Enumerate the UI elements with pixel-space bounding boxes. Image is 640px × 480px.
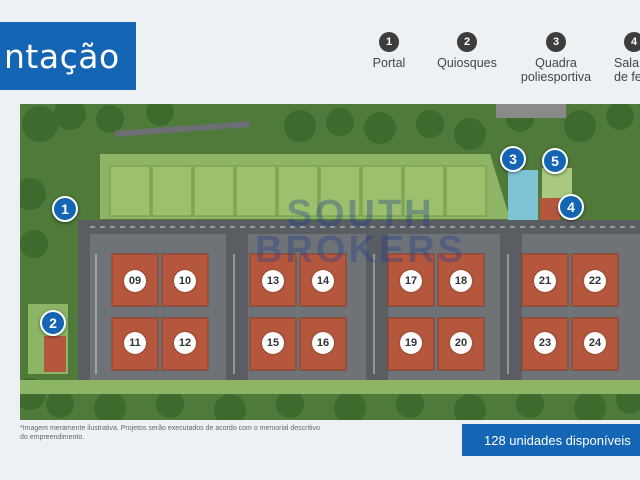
legend-label: Quiosques — [437, 56, 497, 70]
block-label: 24 — [584, 332, 606, 354]
legend-label: Quadra poliesportiva — [520, 56, 592, 84]
map-pin-portal[interactable]: 1 — [52, 196, 78, 222]
block-label: 10 — [174, 270, 196, 292]
block-label: 16 — [312, 332, 334, 354]
legend-number: 4 — [624, 32, 640, 52]
page-title-banner: ntação — [0, 22, 136, 90]
map-pin-quiosques[interactable]: 2 — [40, 310, 66, 336]
legend-item-sala: 4 Sala de fe — [614, 32, 640, 84]
legend-number: 2 — [457, 32, 477, 52]
block-label: 20 — [450, 332, 472, 354]
page-title: ntação — [4, 36, 120, 76]
legend-number: 3 — [546, 32, 566, 52]
map-pin-quadra[interactable]: 3 — [500, 146, 526, 172]
block-label: 13 — [262, 270, 284, 292]
block-label: 12 — [174, 332, 196, 354]
watermark-line-2: BROKERS — [255, 229, 467, 271]
watermark: SOUTH BROKERS — [255, 193, 467, 271]
map-pin-sala[interactable]: 4 — [558, 194, 584, 220]
map-pin-5[interactable]: 5 — [542, 148, 568, 174]
block-label: 11 — [124, 332, 146, 354]
legend-number: 1 — [379, 32, 399, 52]
disclaimer-note: *Imagem meramente ilustrativa. Projetos … — [20, 425, 320, 441]
legend-label: Portal — [372, 56, 406, 70]
legend-item-portal: 1 Portal — [370, 32, 408, 70]
site-plan-map: SOUTH BROKERS 09 10 13 14 17 18 21 22 11… — [20, 104, 640, 420]
block-label: 22 — [584, 270, 606, 292]
legend-item-quadra: 3 Quadra poliesportiva — [514, 32, 598, 84]
legend-label: Sala de fe — [614, 56, 640, 84]
block-label: 17 — [400, 270, 422, 292]
units-available-banner: 128 unidades disponíveis — [462, 424, 640, 456]
legend-item-quiosques: 2 Quiosques — [434, 32, 500, 70]
block-label: 21 — [534, 270, 556, 292]
block-label: 09 — [124, 270, 146, 292]
block-label: 19 — [400, 332, 422, 354]
block-label: 15 — [262, 332, 284, 354]
block-label: 23 — [534, 332, 556, 354]
watermark-line-1: SOUTH — [286, 193, 435, 235]
block-label: 18 — [450, 270, 472, 292]
block-label: 14 — [312, 270, 334, 292]
